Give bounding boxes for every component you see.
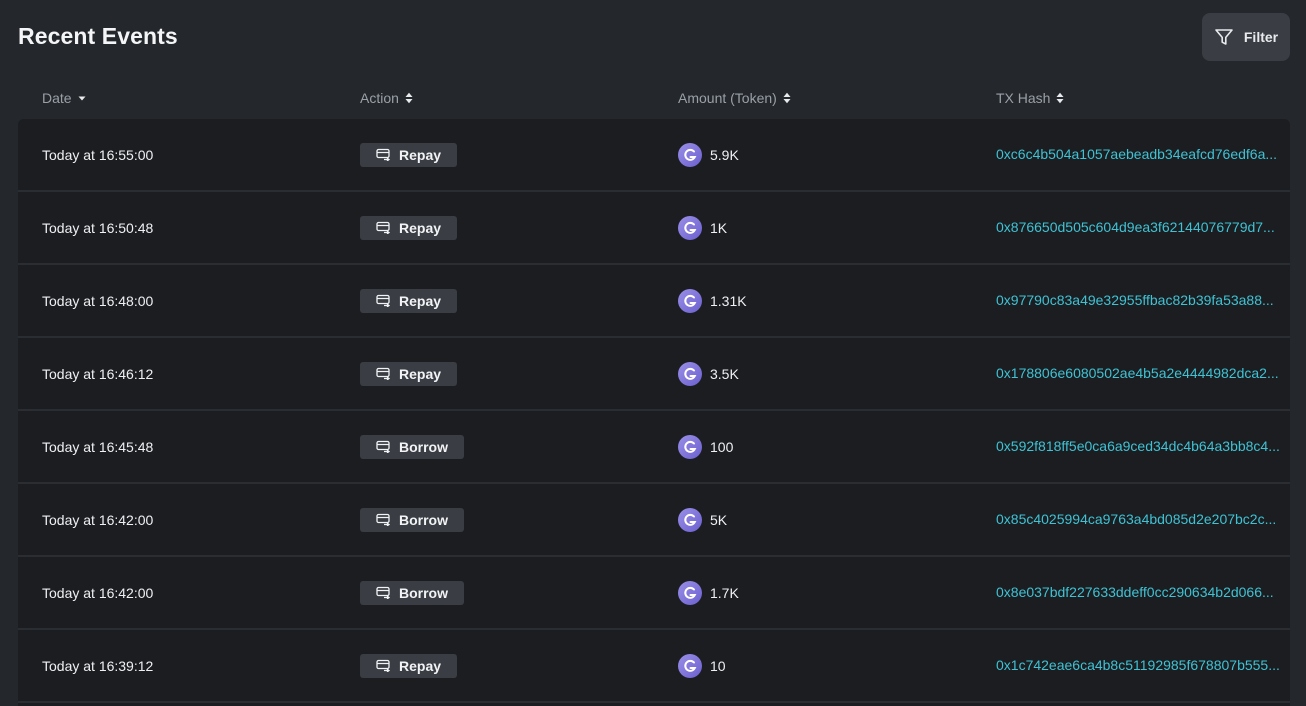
action-cell: Repay [360,119,458,190]
action-label: Repay [399,292,442,309]
column-header-tx-hash-label: TX Hash [996,90,1051,106]
amount-value: 3.5K [710,365,739,382]
action-badge: Borrow [360,434,464,459]
amount-value: 5K [710,511,728,528]
action-cell: Repay [360,192,458,263]
tx-hash-link[interactable]: 0x85c4025994ca9763a4bd085d2e207bc2c... [996,484,1288,555]
amount-value: 5.9K [710,146,739,163]
table-row[interactable]: Today at 16:42:00 Borrow 1.7K 0x8e037bdf… [18,557,1290,630]
tx-hash-link[interactable]: 0x1c742eae6ca4b8c51192985f678807b555... [996,630,1288,701]
tx-hash-link[interactable]: 0x178806e6080502ae4b5a2e4444982dca2... [996,338,1288,409]
action-cell: Borrow [360,484,464,555]
token-logo-icon [678,507,702,532]
page-title: Recent Events [18,23,178,49]
card-transfer-icon [376,367,391,380]
header: Recent Events Filter [18,12,1290,61]
amount-cell: 1.31K [678,265,747,336]
amount-value: 10 [710,657,726,674]
table-row[interactable]: Today at 16:45:48 Borrow 100 0x592f818ff… [18,411,1290,484]
token-logo-icon [678,288,702,313]
action-badge: Borrow [360,580,464,605]
token-logo-icon [678,142,702,167]
column-header-action-label: Action [360,90,399,106]
amount-value: 1.7K [710,584,739,601]
card-transfer-icon [376,659,391,672]
table-row[interactable]: Today at 16:42:00 Borrow 5K 0x85c4025994… [18,484,1290,557]
amount-value: 100 [710,438,734,455]
table-row[interactable]: Today at 16:50:48 Repay 1K 0x876650d505c… [18,192,1290,265]
token-logo-icon [678,215,702,240]
table-row[interactable]: Today at 16:39:12 Repay 10 0x1c742eae6ca… [18,630,1290,703]
action-label: Repay [399,365,442,382]
card-transfer-icon [376,513,391,526]
action-label: Repay [399,146,442,163]
date-cell: Today at 16:46:12 [42,365,154,382]
column-header-amount-label: Amount (Token) [678,90,777,106]
tx-hash-link[interactable]: 0xc6c4b504a1057aebeadb34eafcd76edf6a... [996,119,1288,190]
token-logo-icon [678,361,702,386]
action-badge: Repay [360,288,458,313]
column-header-tx-hash[interactable]: TX Hash [996,88,1064,108]
action-badge: Repay [360,653,458,678]
table-row[interactable]: Today at 16:46:12 Repay 3.5K 0x178806e60… [18,338,1290,411]
filter-button[interactable]: Filter [1202,12,1290,61]
column-header-action[interactable]: Action [360,88,413,108]
sort-icon [1056,92,1064,104]
action-cell: Borrow [360,411,464,482]
date-cell: Today at 16:48:00 [42,292,154,309]
token-logo-icon [678,580,702,605]
column-header-date-label: Date [42,90,72,106]
action-badge: Repay [360,142,458,167]
action-badge: Borrow [360,507,464,532]
date-cell: Today at 16:42:00 [42,584,154,601]
amount-cell: 1.7K [678,557,739,628]
action-cell: Borrow [360,557,464,628]
amount-cell: 1K [678,192,727,263]
tx-hash-link[interactable]: 0x876650d505c604d9ea3f62144076779d7... [996,192,1288,263]
amount-cell: 5.9K [678,119,739,190]
date-cell: Today at 16:39:12 [42,657,154,674]
action-badge: Repay [360,361,458,386]
amount-cell: 10 [678,630,726,701]
card-transfer-icon [376,148,391,161]
action-label: Repay [399,657,442,674]
table-row[interactable]: Today at 16:55:00 Repay 5.9K 0xc6c4b504a… [18,119,1290,192]
tx-hash-link[interactable]: 0x8e037bdf227633ddeff0cc290634b2d066... [996,557,1288,628]
date-cell: Today at 16:50:48 [42,219,154,236]
events-table: Today at 16:55:00 Repay 5.9K 0xc6c4b504a… [18,119,1290,706]
sort-icon [405,92,413,104]
token-logo-icon [678,434,702,459]
filter-label: Filter [1243,28,1279,45]
action-badge: Repay [360,215,458,240]
action-label: Borrow [399,511,448,528]
column-header-date[interactable]: Date [42,88,86,108]
table-row[interactable]: Today at 16:48:00 Repay 1.31K 0x97790c83… [18,265,1290,338]
tx-hash-link[interactable]: 0x592f818ff5e0ca6a9ced34dc4b64a3bb8c4... [996,411,1288,482]
amount-value: 1K [710,219,728,236]
amount-cell: 100 [678,411,733,482]
action-cell: Repay [360,265,458,336]
filter-icon [1215,28,1233,45]
card-transfer-icon [376,440,391,453]
amount-cell: 3.5K [678,338,739,409]
action-label: Repay [399,219,442,236]
card-transfer-icon [376,221,391,234]
date-cell: Today at 16:42:00 [42,511,154,528]
action-label: Borrow [399,438,448,455]
tx-hash-link[interactable]: 0x97790c83a49e32955ffbac82b39fa53a88... [996,265,1288,336]
amount-cell: 5K [678,484,727,555]
card-transfer-icon [376,586,391,599]
action-label: Borrow [399,584,448,601]
sort-desc-icon [78,96,86,101]
column-header-amount[interactable]: Amount (Token) [678,88,791,108]
token-logo-icon [678,653,702,678]
action-cell: Repay [360,338,458,409]
action-cell: Repay [360,630,458,701]
sort-icon [783,92,791,104]
date-cell: Today at 16:55:00 [42,146,154,163]
recent-events-page: Recent Events Filter Date Action Amount … [0,0,1306,706]
date-cell: Today at 16:45:48 [42,438,154,455]
amount-value: 1.31K [710,292,747,309]
card-transfer-icon [376,294,391,307]
